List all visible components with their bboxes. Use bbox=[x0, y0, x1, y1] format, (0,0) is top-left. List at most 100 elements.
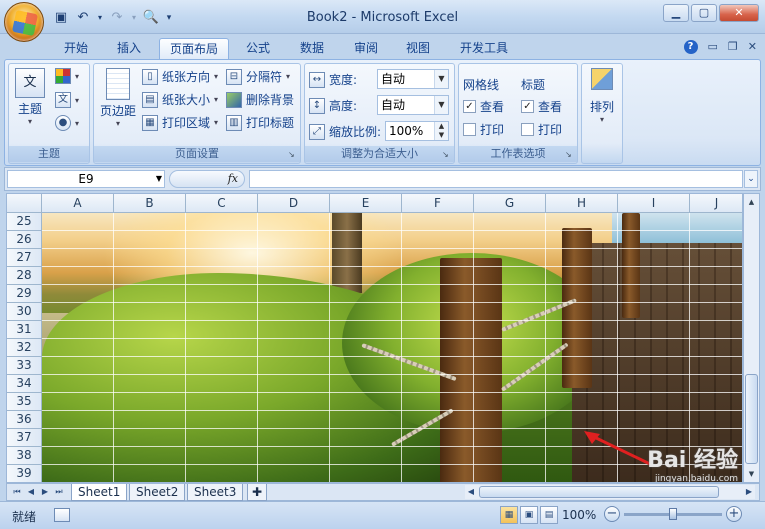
width-select[interactable]: 自动 ▼ bbox=[377, 69, 449, 89]
ribbon-close-icon[interactable]: ✕ bbox=[748, 40, 757, 54]
spinner-arrows-icon[interactable]: ▲ ▼ bbox=[434, 122, 448, 140]
tab-formulas[interactable]: 公式 bbox=[236, 38, 280, 60]
page-layout-view-icon[interactable]: ▣ bbox=[520, 506, 538, 524]
row-header-30[interactable]: 30 bbox=[7, 303, 42, 321]
row-header-36[interactable]: 36 bbox=[7, 411, 42, 429]
size-button[interactable]: ▤ 纸张大小 ▾ bbox=[142, 91, 218, 108]
expand-formula-icon[interactable]: ⌄ bbox=[744, 170, 758, 188]
tab-developer[interactable]: 开发工具 bbox=[450, 38, 518, 60]
row-header-33[interactable]: 33 bbox=[7, 357, 42, 375]
ribbon-restore-icon[interactable]: ❐ bbox=[728, 40, 738, 54]
height-select[interactable]: 自动 ▼ bbox=[377, 95, 449, 115]
tab-page-layout[interactable]: 页面布局 bbox=[159, 38, 230, 60]
tab-data[interactable]: 数据 bbox=[290, 38, 334, 60]
worksheet[interactable]: ABCDEFGHIJ 25 26 27 28 29 30 31 32 33 34 35 36 37 38 3… bbox=[6, 193, 743, 483]
tab-review[interactable]: 审阅 bbox=[344, 38, 388, 60]
headings-print-checkbox[interactable]: 打印 bbox=[521, 121, 562, 138]
arrange-button[interactable]: 排列 ▾ bbox=[585, 68, 619, 124]
row-header-34[interactable]: 34 bbox=[7, 375, 42, 393]
tab-insert[interactable]: 插入 bbox=[107, 38, 151, 60]
zoom-in-icon[interactable]: + bbox=[726, 506, 742, 522]
scroll-right-icon[interactable]: ▶ bbox=[743, 486, 755, 498]
vertical-scroll-thumb[interactable] bbox=[745, 374, 758, 464]
name-box[interactable]: E9 ▼ bbox=[7, 170, 165, 188]
horizontal-scrollbar[interactable]: ◀ ▶ bbox=[465, 485, 755, 499]
help-icon[interactable]: ? bbox=[683, 40, 698, 54]
color-palette-icon bbox=[55, 68, 71, 84]
ribbon-minimize-icon[interactable]: ▭ bbox=[708, 40, 718, 54]
zoom-slider[interactable] bbox=[624, 508, 722, 520]
insert-function-icon[interactable]: fx bbox=[228, 172, 238, 185]
column-header-F[interactable]: F bbox=[402, 194, 474, 213]
zoom-level[interactable]: 100% bbox=[562, 508, 596, 522]
prev-sheet-icon[interactable]: ◀ bbox=[25, 486, 37, 498]
scale-row: ⤢ 缩放比例: bbox=[309, 123, 381, 140]
last-sheet-icon[interactable]: ⏭ bbox=[53, 486, 65, 498]
theme-effects-button[interactable]: ● ▾ bbox=[55, 115, 79, 131]
gridlines-print-checkbox[interactable]: 打印 bbox=[463, 121, 504, 138]
column-header-E[interactable]: E bbox=[330, 194, 402, 213]
column-header-G[interactable]: G bbox=[474, 194, 546, 213]
breaks-button[interactable]: ⊟ 分隔符 ▾ bbox=[226, 68, 290, 85]
select-all-corner[interactable] bbox=[7, 194, 42, 213]
row-header-38[interactable]: 38 bbox=[7, 447, 42, 465]
maximize-button[interactable]: ▢ bbox=[691, 4, 717, 22]
theme-colors-button[interactable]: ▾ bbox=[55, 68, 79, 84]
dialog-launcher-icon[interactable]: ↘ bbox=[565, 150, 575, 160]
tab-view[interactable]: 视图 bbox=[396, 38, 440, 60]
row-header-37[interactable]: 37 bbox=[7, 429, 42, 447]
column-header-C[interactable]: C bbox=[186, 194, 258, 213]
scroll-left-icon[interactable]: ◀ bbox=[465, 486, 477, 498]
row-header-26[interactable]: 26 bbox=[7, 231, 42, 249]
first-sheet-icon[interactable]: ⏮ bbox=[11, 486, 23, 498]
row-header-27[interactable]: 27 bbox=[7, 249, 42, 267]
next-sheet-icon[interactable]: ▶ bbox=[39, 486, 51, 498]
row-header-29[interactable]: 29 bbox=[7, 285, 42, 303]
row-header-35[interactable]: 35 bbox=[7, 393, 42, 411]
scale-spinner[interactable]: 100% ▲ ▼ bbox=[385, 121, 449, 141]
watermark-url: jingyan.baidu.com bbox=[654, 474, 738, 483]
themes-button[interactable]: 文 主题 ▾ bbox=[13, 68, 47, 126]
column-header-A[interactable]: A bbox=[42, 194, 114, 213]
close-button[interactable]: ✕ bbox=[719, 4, 759, 22]
dialog-launcher-icon[interactable]: ↘ bbox=[442, 150, 452, 160]
ribbon: 文 主题 ▾ ▾ 文 ▾ ● ▾ 主题 页边距 ▾ ▯ 纸张方向 ▾ ▤ 纸张大小 ▾ ▦ 打… bbox=[4, 59, 761, 166]
macro-record-icon[interactable] bbox=[54, 508, 70, 522]
zoom-out-icon[interactable]: − bbox=[604, 506, 620, 522]
vertical-scrollbar[interactable]: ▲ ▼ bbox=[743, 193, 760, 483]
headings-view-checkbox[interactable]: ✓ 查看 bbox=[521, 98, 562, 115]
office-button[interactable] bbox=[4, 2, 44, 42]
gridlines-print-label: 打印 bbox=[480, 123, 505, 137]
zoom-slider-thumb[interactable] bbox=[669, 508, 677, 520]
dialog-launcher-icon[interactable]: ↘ bbox=[288, 150, 298, 160]
row-header-32[interactable]: 32 bbox=[7, 339, 42, 357]
margins-button[interactable]: 页边距 ▾ bbox=[98, 68, 138, 128]
sheet-tab-2[interactable]: Sheet2 bbox=[129, 484, 186, 501]
scroll-down-icon[interactable]: ▼ bbox=[745, 467, 758, 481]
sheet-tab-3[interactable]: Sheet3 bbox=[187, 484, 244, 501]
row-header-28[interactable]: 28 bbox=[7, 267, 42, 285]
print-area-button[interactable]: ▦ 打印区域 ▾ bbox=[142, 114, 218, 131]
theme-fonts-button[interactable]: 文 ▾ bbox=[55, 92, 79, 108]
row-header-31[interactable]: 31 bbox=[7, 321, 42, 339]
minimize-button[interactable]: ▁ bbox=[663, 4, 689, 22]
print-titles-button[interactable]: ▥ 打印标题 bbox=[226, 114, 294, 131]
tab-home[interactable]: 开始 bbox=[54, 38, 98, 60]
insert-sheet-icon[interactable]: ✚ bbox=[247, 484, 268, 501]
gridlines-view-checkbox[interactable]: ✓ 查看 bbox=[463, 98, 504, 115]
page-break-view-icon[interactable]: ▤ bbox=[540, 506, 558, 524]
delete-background-button[interactable]: 删除背景 bbox=[226, 91, 294, 108]
row-header-39[interactable]: 39 bbox=[7, 465, 42, 482]
horizontal-scroll-thumb[interactable] bbox=[479, 486, 719, 498]
column-header-D[interactable]: D bbox=[258, 194, 330, 213]
column-header-J[interactable]: J bbox=[690, 194, 742, 213]
column-header-H[interactable]: H bbox=[546, 194, 618, 213]
scroll-up-icon[interactable]: ▲ bbox=[745, 195, 758, 209]
column-header-B[interactable]: B bbox=[114, 194, 186, 213]
column-header-I[interactable]: I bbox=[618, 194, 690, 213]
sheet-tab-1[interactable]: Sheet1 bbox=[71, 484, 128, 501]
normal-view-icon[interactable]: ▦ bbox=[500, 506, 518, 524]
formula-input[interactable] bbox=[249, 170, 743, 188]
orientation-button[interactable]: ▯ 纸张方向 ▾ bbox=[142, 68, 218, 85]
row-header-25[interactable]: 25 bbox=[7, 213, 42, 231]
